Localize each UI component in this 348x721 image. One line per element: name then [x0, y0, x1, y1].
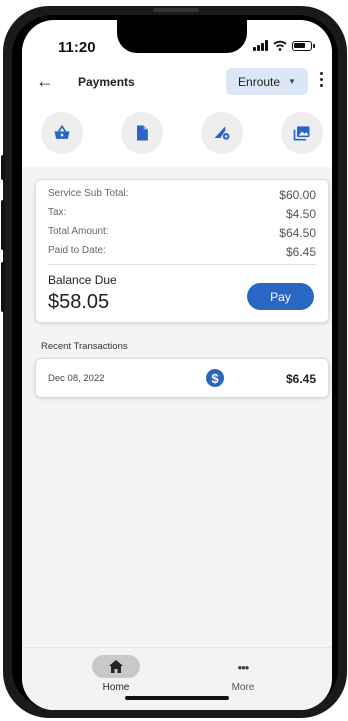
home-indicator	[125, 696, 229, 700]
recent-transactions-title: Recent Transactions	[41, 341, 128, 352]
pay-button[interactable]: Pay	[247, 283, 314, 310]
basket-icon	[54, 124, 70, 139]
transaction-date: Dec 08, 2022	[48, 373, 105, 384]
home-icon	[109, 660, 123, 673]
balance-due-label: Balance Due	[48, 273, 117, 287]
build-settings-button[interactable]	[201, 112, 243, 154]
status-dropdown[interactable]: Enroute ▼	[226, 68, 308, 95]
app-screen: 11:20 ← Payments Enroute ▼ Service Sub T…	[22, 20, 332, 710]
wifi-icon	[273, 40, 287, 51]
page-title: Payments	[78, 75, 135, 89]
summary-row: Tax: $4.50	[48, 207, 316, 221]
app-header: ← Payments Enroute ▼	[22, 68, 332, 96]
summary-row-value: $6.45	[285, 245, 316, 259]
summary-row-value: $64.50	[279, 226, 316, 240]
photos-icon	[293, 126, 310, 141]
document-icon	[137, 125, 148, 141]
payment-summary-card: Service Sub Total: $60.00 Tax: $4.50 Tot…	[35, 179, 329, 323]
status-time: 11:20	[58, 39, 96, 56]
speaker-grille	[153, 8, 199, 12]
notch	[117, 20, 247, 53]
build-settings-icon	[214, 126, 230, 140]
balance-due-amount: $58.05	[48, 291, 110, 313]
summary-row: Total Amount: $64.50	[48, 226, 316, 240]
status-icons	[253, 40, 315, 51]
nav-more-label[interactable]: More	[223, 682, 263, 693]
document-button[interactable]	[121, 112, 163, 154]
arrow-left-icon[interactable]: ←	[36, 71, 54, 92]
summary-row-label: Tax:	[48, 207, 67, 218]
volume-down-button	[1, 262, 5, 312]
quick-actions	[22, 112, 332, 160]
summary-row-label: Service Sub Total:	[48, 188, 129, 199]
dollar-icon: $	[206, 369, 224, 387]
volume-up-button	[1, 200, 5, 250]
nav-home-label[interactable]: Home	[92, 682, 140, 693]
caret-down-icon: ▼	[288, 77, 296, 86]
battery-icon	[292, 40, 315, 51]
summary-row: Service Sub Total: $60.00	[48, 188, 316, 202]
summary-row-label: Total Amount:	[48, 226, 109, 237]
transaction-item[interactable]: Dec 08, 2022 $ $6.45	[35, 358, 329, 398]
transaction-amount: $6.45	[285, 372, 316, 386]
summary-divider	[48, 264, 316, 265]
photos-button[interactable]	[281, 112, 323, 154]
mute-switch	[1, 155, 5, 180]
more-horizontal-icon[interactable]: •••	[233, 660, 253, 675]
summary-row-value: $4.50	[285, 207, 316, 221]
status-dropdown-value: Enroute	[238, 74, 281, 89]
basket-button[interactable]	[41, 112, 83, 154]
summary-row-value: $60.00	[279, 188, 316, 202]
nav-home-button[interactable]	[92, 655, 140, 678]
summary-row-label: Paid to Date:	[48, 245, 106, 256]
signal-icon	[253, 40, 268, 51]
summary-row: Paid to Date: $6.45	[48, 245, 316, 259]
more-vertical-icon[interactable]	[320, 72, 324, 87]
bottom-nav: Home ••• More	[22, 647, 332, 710]
